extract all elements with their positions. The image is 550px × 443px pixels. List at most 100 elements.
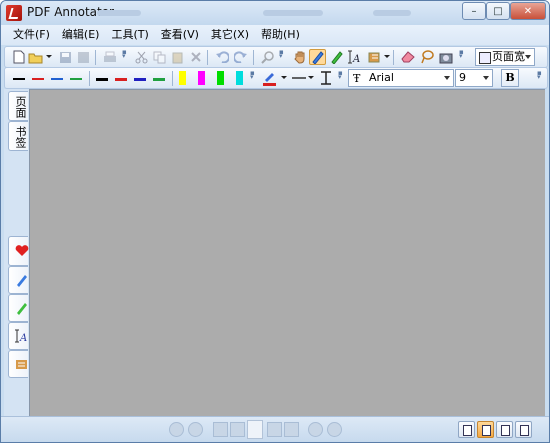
line-style-icon[interactable]	[290, 70, 307, 86]
next-page-button[interactable]	[267, 422, 282, 437]
pen-preset-red-thick[interactable]	[115, 78, 127, 81]
maximize-button[interactable]: □	[486, 2, 510, 20]
toolbar-overflow-grip[interactable]: ▪ ▾	[459, 49, 465, 65]
delete-icon[interactable]	[187, 49, 204, 65]
pdf-annotator-logo-icon	[6, 5, 22, 21]
continuous-facing-view-button[interactable]	[515, 421, 532, 438]
status-bar	[1, 416, 549, 442]
pen-color-picker-icon[interactable]	[261, 70, 278, 86]
eraser-icon[interactable]	[399, 49, 416, 65]
font-size-select[interactable]: 9	[455, 69, 493, 87]
menu-bar: 文件(F) 编辑(E) 工具(T) 查看(V) 其它(X) 帮助(H)	[1, 25, 549, 45]
favorites-heart-icon	[15, 245, 29, 256]
stamp-tool-icon[interactable]	[366, 49, 383, 65]
last-page-button[interactable]	[284, 422, 299, 437]
new-document-icon[interactable]	[10, 49, 27, 65]
highlighter-favorites-tab[interactable]	[8, 294, 28, 322]
redo-icon[interactable]	[232, 49, 249, 65]
side-panel: 页面 书签 A	[4, 89, 29, 416]
title-decoration	[263, 10, 323, 16]
highlighter-cyan[interactable]	[236, 71, 243, 85]
minimize-button[interactable]: –	[462, 2, 486, 20]
zoom-out-button[interactable]	[308, 422, 323, 437]
highlighter-magenta[interactable]	[198, 71, 205, 85]
pen-tool-icon[interactable]	[309, 49, 326, 65]
close-button[interactable]: ✕	[510, 2, 546, 20]
hand-tool-icon[interactable]	[291, 49, 308, 65]
toolbar-overflow-grip[interactable]: ▪ ▾	[279, 49, 285, 65]
font-family-select[interactable]: Ŧ Arial	[348, 69, 454, 87]
toolbar-overflow-grip[interactable]: ▪ ▾	[338, 70, 344, 86]
tab-bookmarks-label: 书签	[14, 126, 27, 148]
line-style-dropdown[interactable]	[308, 76, 314, 79]
facing-pages-view-button[interactable]	[496, 421, 513, 438]
line-width-icon[interactable]	[317, 70, 334, 86]
pen-favorites-tab[interactable]	[8, 266, 28, 294]
toolbar-separator	[253, 50, 254, 65]
continuous-view-button[interactable]	[477, 421, 494, 438]
tab-pages[interactable]: 页面	[8, 91, 28, 121]
menu-view[interactable]: 查看(V)	[155, 26, 205, 44]
text-annotation-icon: A	[15, 329, 27, 343]
document-view[interactable]	[29, 89, 545, 416]
save-icon[interactable]	[57, 49, 74, 65]
menu-edit[interactable]: 编辑(E)	[56, 26, 106, 44]
stamp-icon	[16, 360, 27, 369]
open-folder-icon[interactable]	[27, 49, 44, 65]
pen-preset-green-thick[interactable]	[153, 78, 165, 81]
toolbar-overflow-grip[interactable]: ▪ ▾	[122, 49, 128, 65]
zoom-in-button[interactable]	[327, 422, 342, 437]
pen-preset-green-thin[interactable]	[70, 78, 82, 80]
save-all-icon[interactable]	[75, 49, 92, 65]
font-size-value: 9	[459, 71, 466, 84]
stamp-favorites-tab[interactable]	[8, 350, 28, 378]
pen-preset-red-thin[interactable]	[32, 78, 44, 80]
toolbar-separator	[207, 50, 208, 65]
menu-file[interactable]: 文件(F)	[7, 26, 56, 44]
pen-preset-blue-thick[interactable]	[134, 78, 146, 81]
zoom-select[interactable]: 页面宽	[475, 48, 535, 66]
chevron-down-icon	[483, 76, 489, 80]
font-family-value: Arial	[369, 71, 394, 84]
toolbar-separator	[95, 50, 96, 65]
toolbar-separator	[393, 50, 394, 65]
previous-page-button[interactable]	[230, 422, 245, 437]
pen-color-dropdown[interactable]	[281, 76, 287, 79]
text-tool-icon[interactable]: A	[347, 49, 364, 65]
pen-preset-blue-thin[interactable]	[51, 78, 63, 80]
toolbar-separator	[172, 71, 173, 86]
single-page-view-button[interactable]	[458, 421, 475, 438]
tab-bookmarks[interactable]: 书签	[8, 121, 28, 151]
svg-text:A: A	[19, 333, 27, 343]
bold-button[interactable]: B	[501, 69, 519, 87]
menu-help[interactable]: 帮助(H)	[255, 26, 306, 44]
highlighter-green[interactable]	[217, 71, 224, 85]
pen-preset-black-thin[interactable]	[13, 78, 25, 80]
title-bar[interactable]: PDF Annotator – □ ✕	[1, 1, 549, 25]
paste-icon[interactable]	[169, 49, 186, 65]
toolbar-overflow-grip[interactable]: ▪ ▾	[537, 70, 543, 86]
undo-icon[interactable]	[213, 49, 230, 65]
cut-icon[interactable]	[133, 49, 150, 65]
first-page-button[interactable]	[213, 422, 228, 437]
history-back-button[interactable]	[169, 422, 184, 437]
highlighter-yellow[interactable]	[179, 71, 186, 85]
menu-tools[interactable]: 工具(T)	[105, 26, 154, 44]
history-forward-button[interactable]	[188, 422, 203, 437]
copy-icon[interactable]	[151, 49, 168, 65]
menu-other[interactable]: 其它(X)	[205, 26, 255, 44]
stamp-dropdown[interactable]	[384, 55, 390, 58]
pen-preset-black-thick[interactable]	[96, 78, 108, 81]
snapshot-icon[interactable]	[437, 49, 454, 65]
favorites-tab[interactable]	[8, 236, 29, 266]
highlighter-tool-icon[interactable]	[328, 49, 345, 65]
page-number-input[interactable]	[247, 420, 263, 439]
print-icon[interactable]	[101, 49, 118, 65]
svg-text:A: A	[352, 54, 360, 64]
title-decoration	[373, 10, 411, 16]
open-recent-dropdown[interactable]	[46, 55, 52, 58]
search-icon[interactable]	[259, 49, 276, 65]
lasso-icon[interactable]	[418, 49, 435, 65]
toolbar-overflow-grip[interactable]: ▪ ▾	[250, 70, 256, 86]
text-favorites-tab[interactable]: A	[8, 322, 28, 350]
